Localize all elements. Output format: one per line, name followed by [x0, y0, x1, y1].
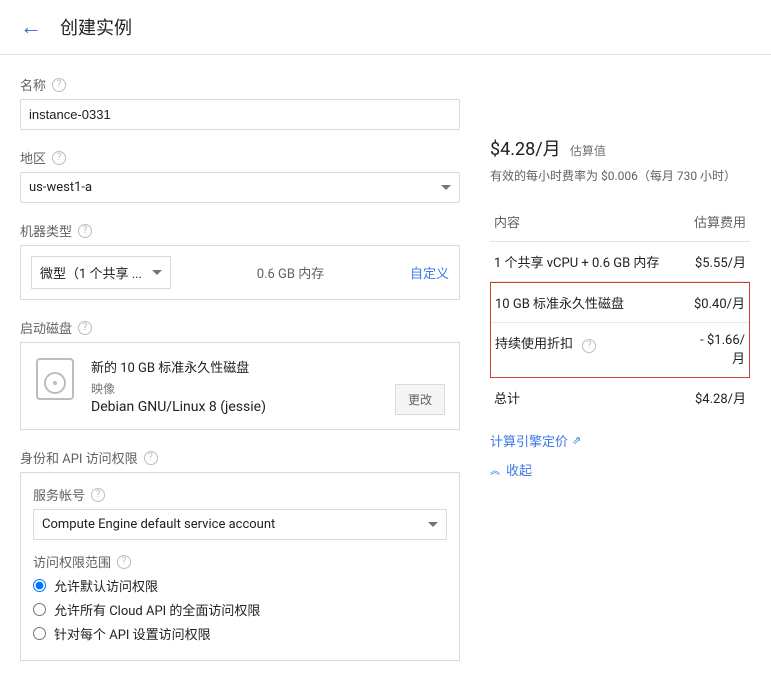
zone-label: 地区 — [20, 148, 46, 167]
customize-link[interactable]: 自定义 — [410, 263, 449, 282]
caret-down-icon — [428, 522, 438, 527]
chevron-up-icon: ︽ — [490, 462, 500, 477]
scope-option-default[interactable]: 允许默认访问权限 — [33, 576, 447, 595]
identity-label: 身份和 API 访问权限 — [20, 448, 138, 467]
caret-down-icon — [441, 185, 451, 190]
disk-image-label: 映像 — [91, 380, 395, 397]
disk-os: Debian GNU/Linux 8 (jessie) — [91, 399, 395, 415]
name-input[interactable] — [20, 99, 460, 130]
external-link-icon: ⇗ — [572, 434, 581, 447]
help-icon[interactable]: ? — [78, 321, 92, 335]
cost-item-label: 1 个共享 vCPU + 0.6 GB 内存 — [494, 252, 695, 271]
zone-value: us-west1-a — [29, 180, 92, 195]
back-arrow-icon[interactable]: ← — [20, 14, 42, 40]
monthly-price: $4.28/月 — [490, 139, 561, 160]
help-icon[interactable]: ? — [144, 451, 158, 465]
cost-header-item: 内容 — [494, 212, 520, 231]
disk-title: 新的 10 GB 标准永久性磁盘 — [91, 357, 395, 376]
scope-option-full[interactable]: 允许所有 Cloud API 的全面访问权限 — [33, 600, 447, 619]
cost-row: 1 个共享 vCPU + 0.6 GB 内存 $5.55/月 — [490, 242, 750, 282]
hourly-rate: 有效的每小时费率为 $0.006（每月 730 小时） — [490, 167, 750, 184]
help-icon[interactable]: ? — [91, 488, 105, 502]
cost-row: 持续使用折扣 ? - $1.66/ 月 — [491, 323, 749, 377]
cost-item-label: 10 GB 标准永久性磁盘 — [495, 293, 694, 312]
cost-row: 10 GB 标准永久性磁盘 $0.40/月 — [491, 283, 749, 323]
cost-total-value: $4.28/月 — [695, 388, 746, 407]
service-account-label: 服务帐号 — [33, 485, 85, 504]
cost-total-label: 总计 — [494, 388, 520, 407]
machine-type-value: 微型（1 个共享 ... — [40, 263, 142, 282]
machine-memory: 0.6 GB 内存 — [181, 263, 400, 282]
help-icon[interactable]: ? — [78, 224, 92, 238]
change-disk-button[interactable]: 更改 — [395, 384, 445, 415]
zone-select[interactable]: us-west1-a — [20, 172, 460, 203]
cost-header-cost: 估算费用 — [694, 212, 746, 231]
cost-item-label: 持续使用折扣 ? — [495, 333, 700, 367]
help-icon[interactable]: ? — [117, 555, 131, 569]
scope-radio[interactable] — [33, 579, 46, 592]
service-account-select[interactable]: Compute Engine default service account — [33, 509, 447, 540]
service-account-value: Compute Engine default service account — [42, 517, 275, 532]
caret-down-icon — [152, 270, 162, 275]
estimate-label: 估算值 — [570, 144, 606, 158]
disk-icon — [35, 357, 75, 401]
boot-disk-label: 启动磁盘 — [20, 318, 72, 337]
name-label: 名称 — [20, 75, 46, 94]
collapse-link[interactable]: ︽ 收起 — [490, 460, 750, 479]
scope-radio[interactable] — [33, 627, 46, 640]
cost-item-value: $5.55/月 — [695, 252, 746, 271]
machine-type-label: 机器类型 — [20, 221, 72, 240]
pricing-link[interactable]: 计算引擎定价 ⇗ — [490, 431, 750, 450]
help-icon[interactable]: ? — [52, 78, 66, 92]
help-icon[interactable]: ? — [582, 339, 596, 353]
cost-item-value: $0.40/月 — [694, 293, 745, 312]
machine-type-select[interactable]: 微型（1 个共享 ... — [31, 256, 171, 289]
cost-item-value: - $1.66/ 月 — [700, 333, 745, 367]
page-title: 创建实例 — [60, 14, 132, 40]
help-icon[interactable]: ? — [52, 151, 66, 165]
scope-radio[interactable] — [33, 603, 46, 616]
scope-option-per-api[interactable]: 针对每个 API 设置访问权限 — [33, 624, 447, 643]
